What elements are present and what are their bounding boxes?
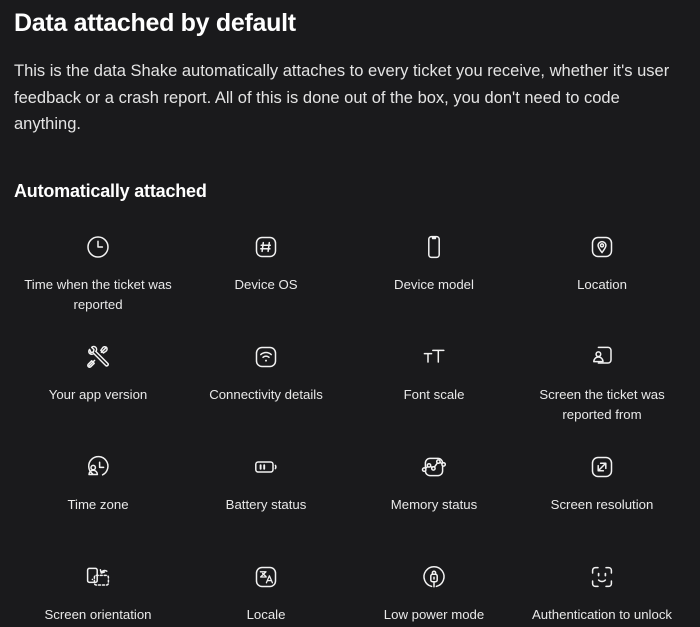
translate-square-icon (253, 558, 279, 596)
grid-item-locale: Locale (182, 558, 350, 627)
grid-item-label: Time when the ticket was reported (24, 277, 172, 312)
clock-icon (85, 228, 111, 266)
grid-item-time-reported: Time when the ticket was reported (14, 228, 182, 338)
grid-item-screen-orientation: Screen orientation (14, 558, 182, 627)
grid-item-label: Time zone (67, 497, 129, 513)
grid-item-screen-resolution: Screen resolution (518, 448, 686, 558)
font-scale-icon (421, 338, 447, 376)
grid-item-label: Your app version (48, 387, 148, 403)
screen-person-icon (589, 338, 615, 376)
grid-item-screen-reported-from: Screen the ticket was reported from (518, 338, 686, 448)
grid-item-label: Low power mode (383, 607, 485, 623)
phone-icon (421, 228, 447, 266)
low-power-icon (421, 558, 447, 596)
memory-graph-square-icon (421, 448, 447, 486)
face-id-icon (589, 558, 615, 596)
grid-item-label: Font scale (403, 387, 465, 403)
grid-item-location: Location (518, 228, 686, 338)
grid-item-label: Screen the ticket was reported from (539, 387, 665, 422)
grid-item-font-scale: Font scale (350, 338, 518, 448)
grid-item-connectivity: Connectivity details (182, 338, 350, 448)
grid-item-label: Location (577, 277, 627, 293)
grid-item-label: Screen orientation (44, 607, 152, 623)
grid-item-label: Screen resolution (550, 497, 654, 513)
grid-item-memory-status: Memory status (350, 448, 518, 558)
grid-item-low-power-mode: Low power mode (350, 558, 518, 627)
grid-item-device-os: Device OS (182, 228, 350, 338)
grid-item-time-zone: Time zone (14, 448, 182, 558)
grid-item-label: Battery status (225, 497, 307, 513)
grid-item-app-version: Your app version (14, 338, 182, 448)
battery-icon (253, 448, 279, 486)
clock-person-icon (85, 448, 111, 486)
grid-item-label: Device model (394, 277, 474, 293)
grid-item-label: Authentication to unlock device (531, 607, 673, 627)
grid-item-device-model: Device model (350, 228, 518, 338)
grid-item-battery-status: Battery status (182, 448, 350, 558)
hash-square-icon (253, 228, 279, 266)
wifi-square-icon (253, 338, 279, 376)
grid-item-label: Memory status (390, 497, 478, 513)
intro-paragraph: This is the data Shake automatically att… (14, 62, 670, 134)
attached-data-grid: Time when the ticket was reported Device… (14, 228, 686, 627)
location-pin-square-icon (589, 228, 615, 266)
section-title: Automatically attached (14, 181, 207, 202)
screen-rotate-icon (85, 558, 111, 596)
grid-item-authentication: Authentication to unlock device (518, 558, 686, 627)
page-title: Data attached by default (14, 9, 296, 37)
tools-icon (85, 338, 111, 376)
resize-square-icon (589, 448, 615, 486)
grid-item-label: Device OS (234, 277, 298, 293)
grid-item-label: Locale (246, 607, 286, 623)
grid-item-label: Connectivity details (209, 387, 323, 403)
